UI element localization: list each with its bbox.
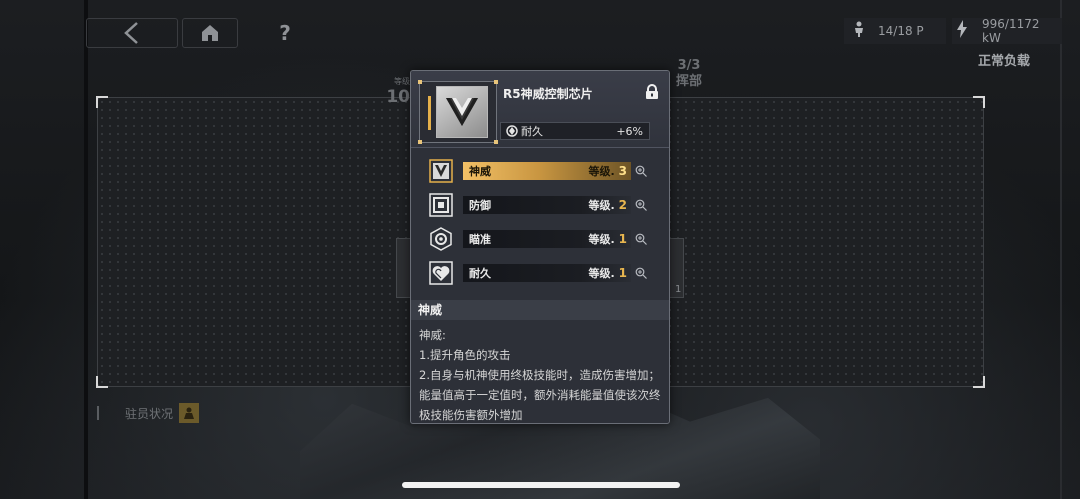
back-arrow-icon bbox=[124, 22, 138, 44]
skill-level: 1 bbox=[618, 232, 627, 246]
chip-detail-card: R5神威控制芯片 耐久 +6% 神威 等级. 3 防御 等级. 2 瞄准 等级.… bbox=[410, 70, 670, 424]
skill-name: 耐久 bbox=[469, 267, 491, 280]
back-button[interactable] bbox=[86, 18, 178, 48]
home-icon bbox=[202, 25, 218, 41]
rarity-bar bbox=[428, 96, 431, 130]
help-button[interactable]: ? bbox=[262, 18, 308, 48]
chip-name: R5神威控制芯片 bbox=[503, 87, 593, 101]
command-fraction: 3/3 bbox=[677, 58, 701, 73]
skill-name: 防御 bbox=[469, 199, 491, 212]
skill-name: 神威 bbox=[469, 165, 491, 178]
crew-status-label: 驻员状况 bbox=[125, 406, 174, 421]
left-rail bbox=[84, 0, 88, 499]
power-usage: 996/1172 kW bbox=[952, 17, 1062, 45]
skill-level-label: 等级. bbox=[588, 267, 615, 280]
durability-skill-icon bbox=[428, 260, 454, 286]
skill-bar: 耐久 等级. 1 bbox=[463, 264, 631, 282]
skill-row-shenwei[interactable]: 神威 等级. 3 bbox=[411, 157, 669, 191]
lightning-icon bbox=[956, 20, 968, 42]
lock-icon[interactable] bbox=[643, 83, 661, 101]
skill-list: 神威 等级. 3 防御 等级. 2 瞄准 等级. 1 耐久 等级. 1 bbox=[411, 148, 669, 293]
skill-level-label: 等级. bbox=[588, 233, 615, 246]
home-button[interactable] bbox=[182, 18, 238, 48]
chip-image-frame bbox=[418, 80, 498, 144]
command-badge: 3/3 挥部 bbox=[666, 58, 712, 92]
home-indicator[interactable] bbox=[402, 482, 680, 488]
skill-description: 神威: 1.提升角色的攻击 2.自身与机神使用终极技能时，造成伤害增加；能量值高… bbox=[419, 325, 665, 423]
zoom-icon[interactable] bbox=[635, 199, 647, 211]
crew-status-bar bbox=[97, 406, 99, 420]
zoom-icon[interactable] bbox=[635, 267, 647, 279]
skill-bar: 防御 等级. 2 bbox=[463, 196, 631, 214]
top-bar: ? 14/18 P 996/1172 kW 正常负载 bbox=[0, 0, 1080, 69]
skill-level-label: 等级. bbox=[588, 165, 615, 178]
frame-corner bbox=[96, 376, 108, 388]
level-value: 10 bbox=[386, 87, 410, 107]
frame-corner bbox=[96, 96, 108, 108]
command-text: 挥部 bbox=[675, 74, 702, 89]
main-stat-value: +6% bbox=[616, 124, 643, 138]
help-label: ? bbox=[279, 21, 291, 45]
crew-status[interactable]: 驻员状况 bbox=[97, 400, 200, 426]
aim-skill-icon bbox=[428, 226, 454, 252]
crew-status-icon bbox=[179, 403, 200, 423]
description-heading: 神威: bbox=[419, 328, 446, 342]
zoom-icon[interactable] bbox=[635, 233, 647, 245]
chip-icon bbox=[436, 86, 488, 138]
shenwei-skill-icon bbox=[428, 158, 454, 184]
pilot-count-value: 14/18 P bbox=[878, 24, 924, 38]
level-badge: 等级 10 bbox=[366, 76, 410, 107]
durability-stat-icon bbox=[506, 125, 518, 137]
skill-row-durability[interactable]: 耐久 等级. 1 bbox=[411, 259, 669, 293]
defense-skill-icon bbox=[428, 192, 454, 218]
main-stat: 耐久 +6% bbox=[500, 122, 650, 140]
description-line-2: 2.自身与机神使用终极技能时，造成伤害增加；能量值高于一定值时，额外消耗能量值使… bbox=[419, 368, 661, 422]
level-tag: 等级 bbox=[394, 77, 410, 86]
skill-row-defense[interactable]: 防御 等级. 2 bbox=[411, 191, 669, 225]
frame-corner bbox=[973, 376, 985, 388]
chip-header: R5神威控制芯片 耐久 +6% bbox=[411, 71, 669, 148]
frame-corner bbox=[973, 96, 985, 108]
main-stat-name: 耐久 bbox=[521, 125, 543, 138]
skill-name: 瞄准 bbox=[469, 233, 491, 246]
skill-level: 1 bbox=[618, 266, 627, 280]
description-title: 神威 bbox=[411, 300, 669, 320]
skill-level: 3 bbox=[618, 164, 627, 178]
person-icon bbox=[854, 21, 864, 41]
skill-level: 2 bbox=[618, 198, 627, 212]
skill-row-aim[interactable]: 瞄准 等级. 1 bbox=[411, 225, 669, 259]
skill-level-label: 等级. bbox=[588, 199, 615, 212]
load-status: 正常负载 bbox=[977, 54, 1030, 69]
zoom-icon[interactable] bbox=[635, 165, 647, 177]
power-usage-value: 996/1172 kW bbox=[982, 17, 1040, 45]
side-slot-mark: 1 bbox=[675, 284, 682, 295]
skill-bar: 神威 等级. 3 bbox=[463, 162, 631, 180]
skill-bar: 瞄准 等级. 1 bbox=[463, 230, 631, 248]
right-rail bbox=[1060, 0, 1062, 499]
description-line-1: 1.提升角色的攻击 bbox=[419, 348, 511, 362]
pilot-count: 14/18 P bbox=[844, 18, 946, 44]
